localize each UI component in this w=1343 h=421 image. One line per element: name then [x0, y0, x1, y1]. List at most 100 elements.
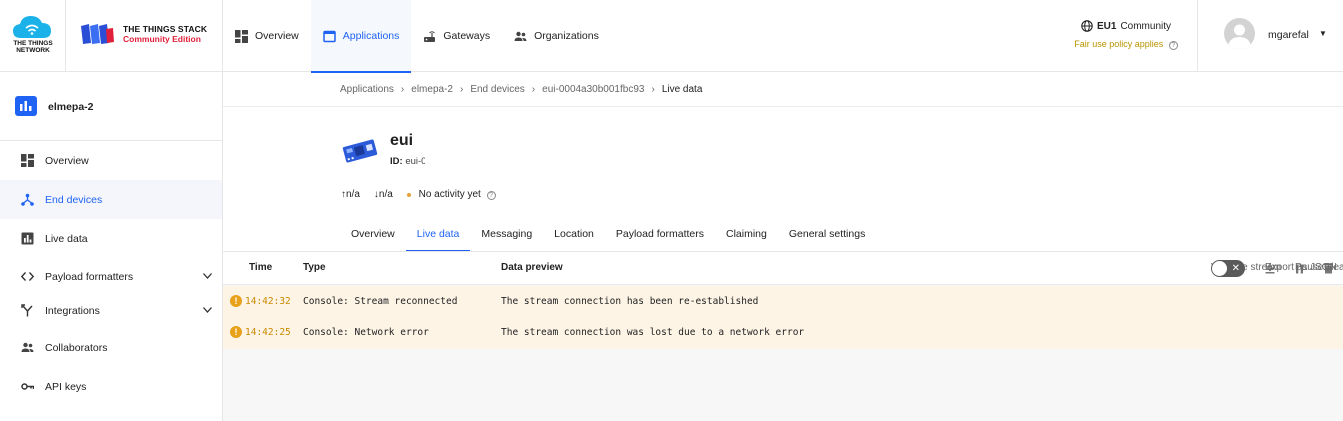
breadcrumb-applications[interactable]: Applications	[340, 84, 394, 95]
tab-payload-formatters[interactable]: Payload formatters	[605, 219, 715, 252]
breadcrumb-device[interactable]: eui-0004a30b001fbc93	[542, 84, 644, 95]
breadcrumb-end-devices[interactable]: End devices	[470, 84, 524, 95]
tab-overview[interactable]: Overview	[340, 219, 406, 252]
help-icon[interactable]: ?	[486, 191, 496, 200]
sidebar-item-label: Integrations	[45, 304, 100, 317]
main-content: Applications › elmepa-2 › End devices › …	[223, 72, 1343, 421]
nav-overview[interactable]: Overview	[223, 0, 311, 72]
breadcrumb-application[interactable]: elmepa-2	[411, 84, 453, 95]
globe-icon	[1081, 20, 1093, 32]
sidebar-item-live-data[interactable]: Live data	[0, 219, 222, 258]
app-title: elmepa-2	[0, 72, 222, 141]
cluster-info[interactable]: EU1 Community Fair use policy applies ?	[1055, 0, 1198, 72]
chevron-down-icon[interactable]	[203, 305, 212, 315]
sidebar: elmepa-2 Overview End devices Live data …	[0, 72, 223, 421]
activity-status: No activity yet ?	[406, 189, 496, 200]
chevron-right-icon: ›	[651, 83, 655, 95]
tts-logo[interactable]: THE THINGS STACK Community Edition	[66, 0, 223, 72]
dashboard-icon	[21, 154, 34, 167]
sidebar-item-api-keys[interactable]: API keys	[0, 367, 222, 406]
sidebar-item-collaborators[interactable]: Collaborators	[0, 328, 222, 367]
warning-icon: !	[230, 326, 242, 338]
user-avatar-icon	[1228, 24, 1251, 49]
chart-icon	[21, 232, 34, 245]
main-nav: Overview Applications Gateways Organizat…	[223, 0, 611, 73]
tab-claiming[interactable]: Claiming	[715, 219, 778, 252]
nav-organizations-label: Organizations	[534, 30, 599, 42]
sidebar-item-label: Collaborators	[45, 341, 108, 354]
device-id: ID: eui-0	[390, 156, 426, 167]
event-type: Console: Network error	[303, 327, 429, 338]
tab-general-settings[interactable]: General settings	[778, 219, 876, 252]
app-name: elmepa-2	[48, 101, 94, 113]
caret-down-icon: ▼	[1319, 29, 1327, 38]
sidebar-item-integrations[interactable]: Integrations	[0, 291, 222, 330]
uplink-value: n/a	[346, 189, 360, 200]
nav-organizations[interactable]: Organizations	[502, 0, 611, 72]
uplink-stat: ↑n/a	[341, 189, 360, 200]
event-preview: The stream connection has been re-establ…	[501, 296, 759, 307]
avatar	[1224, 18, 1255, 49]
event-toolbar: Verbose stream ✕ Export as JSON Pause Cl…	[1201, 252, 1343, 285]
key-icon	[21, 383, 34, 390]
breadcrumb: Applications › elmepa-2 › End devices › …	[223, 72, 1343, 107]
downlink-stat: ↓n/a	[374, 189, 393, 200]
code-icon	[21, 272, 34, 281]
fair-use-label: Fair use policy applies	[1074, 39, 1164, 49]
tts-edition: Community Edition	[123, 34, 201, 44]
cloud-logo-icon	[13, 16, 51, 38]
breadcrumb-current: Live data	[661, 83, 703, 95]
user-dropdown[interactable]: mgarefal ▼	[1198, 0, 1343, 72]
tts-title: THE THINGS STACK	[123, 24, 208, 34]
nav-gateways-label: Gateways	[443, 30, 491, 42]
sidebar-item-label: End devices	[45, 193, 103, 206]
event-type: Console: Stream reconnected	[303, 296, 458, 307]
device-stats: ↑n/a ↓n/a No activity yet ?	[341, 189, 496, 200]
fair-use-link[interactable]: Fair use policy applies ?	[1055, 39, 1197, 50]
router-icon	[424, 30, 436, 42]
application-badge-icon	[15, 96, 37, 116]
clear-label: Clear	[1324, 262, 1343, 273]
tab-live-data[interactable]: Live data	[405, 219, 471, 252]
chevron-right-icon: ›	[531, 83, 536, 95]
nav-gateways[interactable]: Gateways	[411, 0, 502, 72]
sidebar-item-overview[interactable]: Overview	[0, 141, 222, 180]
nav-applications[interactable]: Applications	[310, 0, 412, 73]
sidebar-item-label: Payload formatters	[45, 270, 134, 283]
merge-icon	[21, 304, 33, 317]
chevron-down-icon[interactable]	[203, 271, 212, 281]
status-dot-icon	[406, 193, 411, 197]
application-icon	[323, 30, 336, 42]
cluster-community: Community	[1120, 20, 1172, 32]
redaction-mask	[412, 134, 502, 154]
device-tabs: Overview Live data Messaging Location Pa…	[340, 219, 876, 252]
sidebar-item-end-devices[interactable]: End devices	[0, 180, 222, 219]
dashboard-icon	[235, 29, 248, 43]
cluster-name: EU1	[1096, 20, 1117, 32]
stack-logo-icon	[81, 24, 114, 44]
event-time: 14:42:25	[245, 327, 291, 338]
table-row[interactable]: ! 14:42:32 Console: Stream reconnected T…	[223, 286, 1343, 317]
chevron-right-icon: ›	[459, 83, 464, 95]
toggle-switch[interactable]: ✕	[1211, 260, 1245, 277]
column-time: Time	[249, 262, 273, 273]
verbose-stream-toggle[interactable]: Verbose stream ✕	[1201, 260, 1281, 277]
column-type: Type	[303, 262, 326, 273]
user-name: mgarefal	[1268, 29, 1309, 41]
activity-label: No activity yet	[418, 189, 481, 200]
people-icon	[514, 31, 527, 41]
tab-messaging[interactable]: Messaging	[470, 219, 543, 252]
table-row[interactable]: ! 14:42:25 Console: Network error The st…	[223, 317, 1343, 349]
ttn-logo[interactable]: THE THINGS NETWORK	[0, 0, 66, 72]
event-preview: The stream connection was lost due to a …	[501, 327, 805, 338]
pause-label: Pause	[1295, 262, 1324, 273]
sidebar-item-label: Live data	[45, 232, 88, 245]
devices-hub-icon	[21, 193, 34, 206]
cluster-line: EU1 Community	[1055, 20, 1197, 32]
nav-overview-label: Overview	[255, 30, 299, 42]
tab-location[interactable]: Location	[543, 219, 605, 252]
close-icon: ✕	[1231, 263, 1240, 274]
people-icon	[21, 342, 34, 352]
event-table-header: Time Type Data preview Verbose stream ✕ …	[223, 252, 1343, 285]
sidebar-item-label: Overview	[45, 154, 89, 167]
